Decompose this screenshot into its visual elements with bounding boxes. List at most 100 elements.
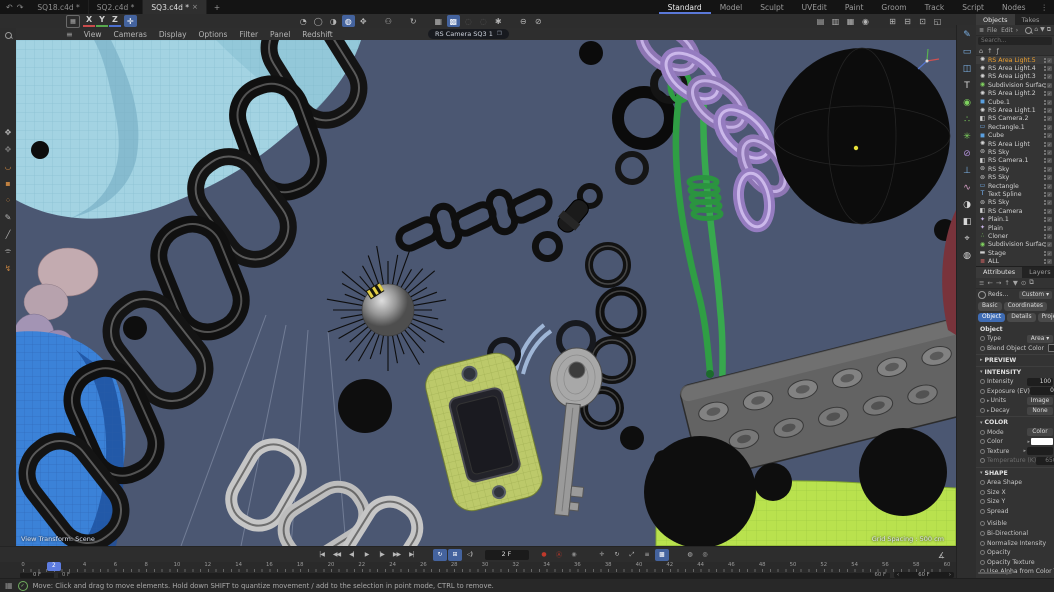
key-scale-button[interactable]: ⤢ (625, 549, 639, 561)
viewport-search-icon[interactable] (5, 32, 12, 39)
workspace-tab-groom[interactable]: Groom (872, 0, 915, 14)
attribute-value-field[interactable] (1027, 447, 1053, 455)
timeline-playhead[interactable]: 2 (47, 562, 61, 571)
rotate-tool-icon[interactable]: ↻ (407, 15, 420, 27)
object-toggles[interactable]: ✓ (1044, 158, 1052, 163)
render-view-icon[interactable]: ▤ (814, 15, 827, 27)
object-tree-item[interactable]: ✺RS Area Light.3✓ (976, 73, 1054, 81)
enable-checkbox[interactable]: ✓ (1047, 142, 1052, 147)
enable-checkbox[interactable]: ✓ (1047, 125, 1052, 130)
arc-tool[interactable]: ◡ (2, 159, 14, 173)
keyframe-selection-button[interactable]: ◉ (567, 549, 581, 561)
expand-arrow-icon[interactable]: ▸ (987, 408, 990, 414)
keyframe-dot-icon[interactable] (980, 346, 985, 351)
visibility-dots-icon[interactable] (1044, 100, 1046, 105)
tab-objects[interactable]: Objects (976, 14, 1015, 25)
enable-checkbox[interactable]: ✓ (1047, 184, 1052, 189)
object-toggles[interactable]: ✓ (1044, 116, 1052, 121)
delete-tool-icon[interactable]: ⊘ (532, 15, 545, 27)
keyframe-dot-icon[interactable] (980, 449, 985, 454)
visibility-dots-icon[interactable] (1044, 251, 1046, 256)
material-tool[interactable]: ◍ (959, 248, 975, 263)
object-toggles[interactable]: ✓ (1044, 251, 1052, 256)
enable-checkbox[interactable]: ✓ (1047, 209, 1052, 214)
object-toggles[interactable]: ✓ (1044, 192, 1052, 197)
visibility-dots-icon[interactable] (1044, 226, 1046, 231)
attr-menu-icon[interactable]: ≡ (979, 279, 984, 287)
loop-toggle[interactable]: ↻ (433, 549, 447, 561)
value-arrow-icon[interactable]: ▸ (1023, 448, 1026, 454)
objects-menu-file[interactable]: File (987, 27, 997, 34)
visibility-dots-icon[interactable] (1044, 142, 1046, 147)
move-points-tool[interactable]: ✥ (2, 125, 14, 139)
object-toggles[interactable]: ✓ (1044, 217, 1052, 222)
parent-icon[interactable]: ↑ (1004, 279, 1009, 287)
snap-option-2-icon[interactable]: ◌ (477, 15, 490, 27)
enable-checkbox[interactable]: ✓ (1047, 226, 1052, 231)
axis-toggle-y[interactable]: Y (96, 15, 108, 27)
cloner-tool[interactable]: ∴ (959, 112, 975, 127)
attribute-value-dropdown[interactable]: Image (1027, 397, 1053, 405)
enable-checkbox[interactable]: ✓ (1047, 234, 1052, 239)
attribute-row[interactable]: Area Shape (976, 478, 1054, 488)
enable-checkbox[interactable]: ✓ (1047, 100, 1052, 105)
section-header-object[interactable]: Object (976, 324, 1054, 334)
object-toggles[interactable]: ✓ (1044, 133, 1052, 138)
object-toggles[interactable]: ✓ (1044, 234, 1052, 239)
visibility-dots-icon[interactable] (1044, 200, 1046, 205)
viewport-menu-view[interactable]: View (78, 30, 108, 39)
object-tree-item[interactable]: ≣ALL✓ (976, 257, 1054, 265)
viewport-menu-display[interactable]: Display (153, 30, 193, 39)
snap-toggle-icon[interactable]: ▩ (447, 15, 460, 27)
attribute-value-dropdown[interactable]: Area ▾ (1027, 335, 1053, 343)
crumb-home-icon[interactable]: ⌂ (979, 47, 983, 55)
autokey-button[interactable]: Ⓐ (552, 549, 566, 561)
attribute-row[interactable]: Intensity100 (976, 377, 1054, 387)
object-tree-item[interactable]: ∴Cloner✓ (976, 232, 1054, 240)
play-button[interactable]: ▶ (360, 549, 374, 561)
section-header-intensity[interactable]: ▾INTENSITY (976, 366, 1054, 377)
object-tree-item[interactable]: ✺RS Area Light.1✓ (976, 106, 1054, 114)
axis-lock-icon[interactable]: ✛ (124, 15, 137, 27)
visibility-dots-icon[interactable] (1044, 242, 1046, 247)
menu-overflow-icon[interactable]: › (1016, 27, 1018, 34)
timeline[interactable]: 0246810121416182022242628303234363840424… (0, 562, 956, 578)
attr-tab-details[interactable]: Details (1007, 313, 1035, 322)
attribute-row[interactable]: Size X (976, 487, 1054, 497)
attr-tab-project[interactable]: Project (1038, 313, 1054, 322)
enable-checkbox[interactable]: ✓ (1047, 158, 1052, 163)
attribute-row[interactable]: Bi-Directional (976, 529, 1054, 539)
sound-toggle[interactable]: ◁) (463, 549, 477, 561)
pen-tool[interactable]: ✎ (2, 210, 14, 224)
enable-checkbox[interactable]: ✓ (1047, 192, 1052, 197)
timeline-graph-icon[interactable]: ∡ (935, 549, 948, 561)
prev-key-button[interactable]: ◀◀ (330, 549, 344, 561)
layout-quad-icon[interactable]: ⊡ (916, 15, 929, 27)
object-toggles[interactable]: ✓ (1044, 242, 1052, 247)
color-swatch[interactable] (1031, 438, 1053, 445)
attribute-value-field[interactable]: 0 (1030, 387, 1054, 395)
workspace-tab-uvedit[interactable]: UVEdit (793, 0, 836, 14)
object-tree-item[interactable]: ⊚RS Sky✓ (976, 148, 1054, 156)
remove-tool-icon[interactable]: ⊖ (517, 15, 530, 27)
camera-tool[interactable]: ◧ (959, 214, 975, 229)
enable-checkbox[interactable]: ✓ (1047, 108, 1052, 113)
subdivision-surface-tool[interactable]: ◉ (959, 95, 975, 110)
popout-icon[interactable]: ⧉ (1029, 278, 1034, 287)
object-toggles[interactable]: ✓ (1044, 58, 1052, 63)
object-toggles[interactable]: ✓ (1044, 91, 1052, 96)
object-toggles[interactable]: ✓ (1044, 66, 1052, 71)
character-tool-icon[interactable]: ⚇ (382, 15, 395, 27)
object-tree-item[interactable]: ✺RS Area Light✓ (976, 140, 1054, 148)
snap-option-1-icon[interactable]: ◌ (462, 15, 475, 27)
points-tool[interactable]: ⁘ (2, 193, 14, 207)
quantize-tool-icon[interactable]: ✱ (492, 15, 505, 27)
next-frame-button[interactable]: |▶ (375, 549, 389, 561)
visibility-dots-icon[interactable] (1044, 58, 1046, 63)
scale-tool-icon[interactable]: ✥ (357, 15, 370, 27)
object-tree-item[interactable]: ✦Plain.1✓ (976, 215, 1054, 223)
keyframe-dot-icon[interactable] (980, 379, 985, 384)
grid-tool-icon[interactable]: ▦ (432, 15, 445, 27)
attr-tab-basic[interactable]: Basic (978, 302, 1002, 311)
object-toggles[interactable]: ✓ (1044, 167, 1052, 172)
